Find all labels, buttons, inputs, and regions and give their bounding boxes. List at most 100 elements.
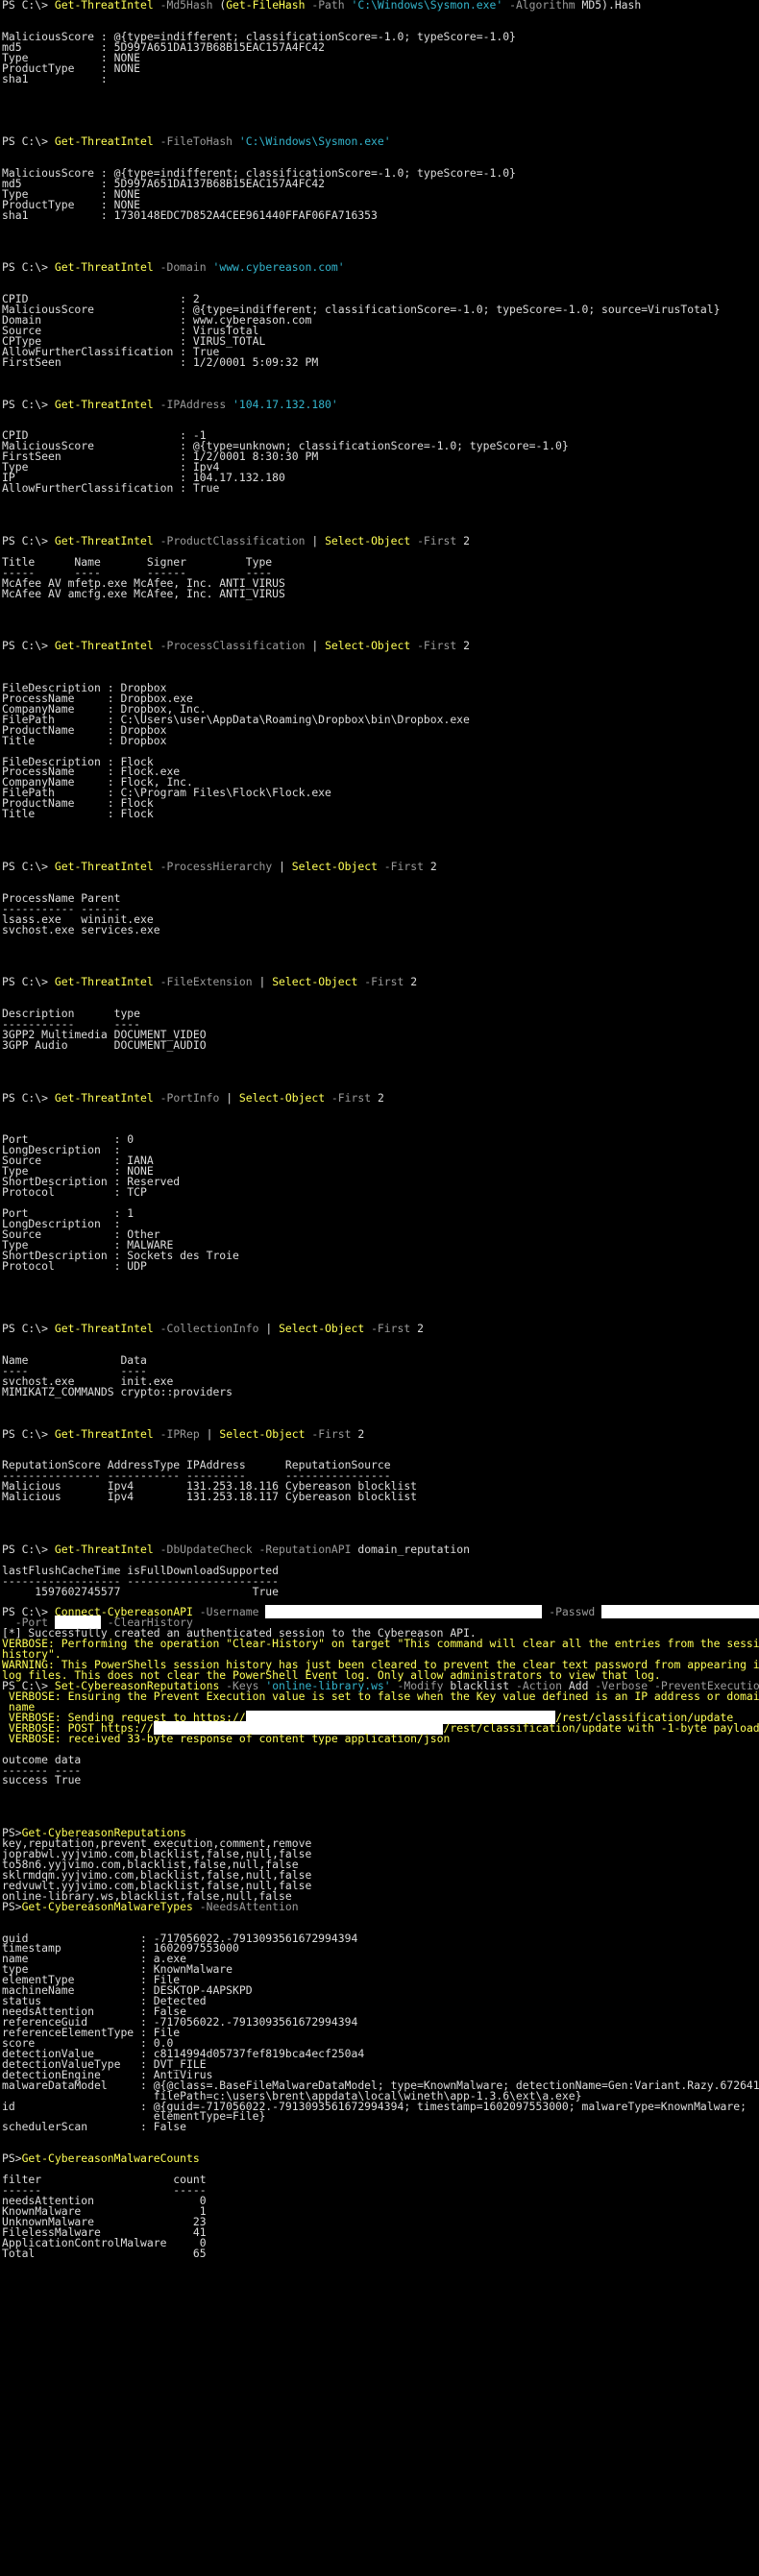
output-text: Title : Dropbox xyxy=(2,733,167,747)
output-text: PS> xyxy=(2,2151,22,2166)
output-text: Protocol : UDP xyxy=(2,1258,147,1273)
output-text: 1597602745577 True xyxy=(2,1584,280,1598)
prompt-line: PS C:\> Get-ThreatIntel -Md5Hash (Get-Fi… xyxy=(2,0,759,11)
output-line: Title : Dropbox xyxy=(2,733,759,747)
parameter-text: -NeedsAttention xyxy=(192,1899,299,1913)
output-line: VERBOSE: received 33-byte response of co… xyxy=(2,1731,759,1745)
output-line: schedulerScan : False xyxy=(2,2122,759,2132)
output-text: 2 xyxy=(410,975,418,989)
prompt-line: PS>Get-CybereasonMalwareCounts xyxy=(2,2151,759,2166)
output-text: PS C:\> xyxy=(2,397,55,411)
prompt-line: PS C:\> Get-ThreatIntel -ProcessHierarch… xyxy=(2,859,759,873)
output-line: success True xyxy=(2,1775,759,1786)
prompt-line: PS C:\> Get-ThreatIntel -CollectionInfo … xyxy=(2,1322,759,1336)
command-text: Get-ThreatIntel xyxy=(54,639,154,653)
output-text: 2 xyxy=(377,1090,384,1105)
parameter-text: -IPRep xyxy=(153,1426,207,1441)
parameter-text: -Passwd xyxy=(542,1605,602,1619)
output-text: sha1 : 1730148EDC7D852A4CEE961440FFAF06F… xyxy=(2,207,378,222)
command-text: Select-Object xyxy=(325,533,411,547)
command-text: Get-CybereasonMalwareCounts xyxy=(21,2151,200,2166)
output-text: PS C:\> xyxy=(2,0,55,12)
output-text: PS C:\> xyxy=(2,1090,55,1105)
parameter-text: -FileToHash xyxy=(153,134,239,149)
output-text: success True xyxy=(2,1773,82,1787)
output-line: McAfee AV amcfg.exe McAfee, Inc. ANTI_VI… xyxy=(2,588,759,599)
command-text: Get-ThreatIntel xyxy=(54,859,154,873)
command-text: Get-ThreatIntel xyxy=(54,1542,154,1556)
output-text: 2 xyxy=(357,1426,365,1441)
output-text: | xyxy=(265,1322,280,1336)
redacted-value: XXXXXXXXXXXXXXXXXXXXXXXXXXXXXXXXXXXXXXXX… xyxy=(601,1605,759,1619)
output-text: PS C:\> xyxy=(2,533,55,547)
output-line: VERBOSE: Ensuring the Prevent Execution … xyxy=(2,1689,759,1703)
command-text: Select-Object xyxy=(325,639,411,653)
command-text: Get-ThreatIntel xyxy=(54,397,154,411)
parameter-text: -First xyxy=(325,1090,378,1105)
output-text: MIMIKATZ_COMMANDS crypto::providers xyxy=(2,1384,233,1398)
command-text: Select-Object xyxy=(219,1426,306,1441)
powershell-terminal[interactable]: PS C:\> Get-ThreatIntel -Md5Hash (Get-Fi… xyxy=(0,0,759,2576)
output-line: FirstSeen : 1/2/0001 5:09:32 PM xyxy=(2,356,759,368)
output-line: Protocol : UDP xyxy=(2,1258,759,1273)
command-text: Get-ThreatIntel xyxy=(54,533,154,547)
prompt-line: PS C:\> Get-ThreatIntel -FileToHash 'C:\… xyxy=(2,134,759,149)
prompt-line: PS C:\> Get-ThreatIntel -FileExtension |… xyxy=(2,975,759,989)
prompt-line: PS>Get-CybereasonMalwareTypes -NeedsAtte… xyxy=(2,1899,759,1913)
parameter-text: -Path xyxy=(305,0,352,12)
parameter-text: -Md5Hash xyxy=(153,0,220,12)
output-line: Title : Flock xyxy=(2,808,759,819)
command-text: VERBOSE: received 33-byte response of co… xyxy=(2,1731,451,1745)
redacted-value: XXXXXXXXXXXXXXXXXXXXXXXXXXXXXXXXXXXXXXXX… xyxy=(265,1605,543,1619)
parameter-text: -Algorithm xyxy=(502,0,582,12)
output-text: PS C:\> xyxy=(2,134,55,149)
parameter-text: -ProductClassification xyxy=(153,533,312,547)
output-line: 1597602745577 True xyxy=(2,1584,759,1598)
output-line: 3GPP Audio DOCUMENT_AUDIO xyxy=(2,1039,759,1051)
parameter-text: -First xyxy=(305,1426,358,1441)
parameter-text: -CollectionInfo xyxy=(153,1322,266,1336)
prompt-line: PS C:\> Get-ThreatIntel -Domain 'www.cyb… xyxy=(2,262,759,273)
output-text: Malicious Ipv4 131.253.18.117 Cybereason… xyxy=(2,1490,418,1504)
output-line: sha1 : 1730148EDC7D852A4CEE961440FFAF06F… xyxy=(2,207,759,222)
command-text: Get-FileHash xyxy=(226,0,306,12)
parameter-text: -Domain xyxy=(153,260,213,275)
parameter-text: -First xyxy=(410,639,464,653)
output-text: PS C:\> xyxy=(2,1542,55,1556)
string-argument: '104.17.132.180' xyxy=(233,397,338,411)
output-text: MD5 xyxy=(581,0,602,12)
command-text: VERBOSE: Ensuring the Prevent Execution … xyxy=(2,1689,759,1703)
